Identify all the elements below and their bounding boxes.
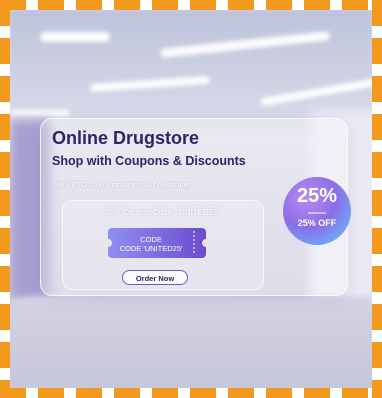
badge-percent: 25%	[296, 185, 338, 207]
banner-frame: Online Drugstore Shop with Coupons & Dis…	[0, 0, 382, 398]
order-now-button[interactable]: Order Now	[122, 270, 188, 285]
floor	[10, 298, 372, 388]
badge-off-label: 25% OFF	[297, 218, 337, 228]
dashed-border-bottom	[0, 388, 382, 398]
dashed-border-top	[0, 0, 382, 10]
ceiling-light	[40, 32, 110, 42]
dashed-border-left	[0, 0, 10, 398]
ceiling-light	[10, 110, 70, 116]
coupon-ticket[interactable]: CODE CODE 'UNITED25'	[108, 228, 206, 258]
ticket-line-1: CODE	[140, 235, 162, 244]
promo-title: Online Drugstore	[52, 128, 200, 148]
dashed-border-right	[372, 0, 382, 398]
ticket-line-2: CODE 'UNITED25'	[119, 244, 183, 253]
coupon-instruction: Use Coupon Code - UNITED25	[106, 208, 218, 217]
promo-subtitle: Shop with Coupons & Discounts	[52, 154, 246, 168]
promo-description: Get UPTO 25% Discount on All Medicines	[52, 180, 192, 189]
discount-badge: 25% 25% OFF	[282, 176, 352, 246]
